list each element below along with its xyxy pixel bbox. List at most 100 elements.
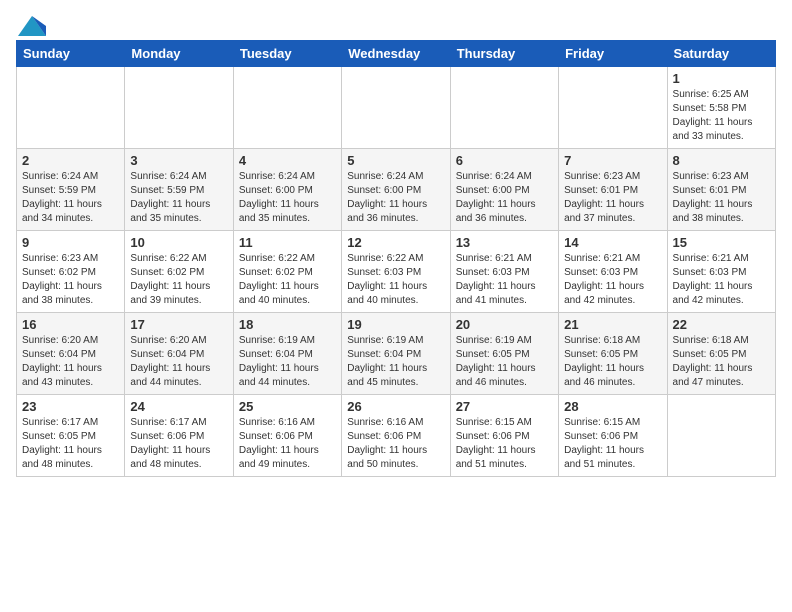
day-info: Sunrise: 6:23 AM Sunset: 6:01 PM Dayligh… — [673, 170, 770, 226]
calendar-week-row: 2 Sunrise: 6:24 AM Sunset: 5:59 PM Daylig… — [17, 149, 776, 231]
day-info: Sunrise: 6:21 AM Sunset: 6:03 PM Dayligh… — [456, 252, 553, 308]
calendar-cell: 24 Sunrise: 6:17 AM Sunset: 6:06 PM Dayli… — [125, 395, 233, 477]
calendar-cell: 26 Sunrise: 6:16 AM Sunset: 6:06 PM Dayli… — [342, 395, 450, 477]
day-info: Sunrise: 6:21 AM Sunset: 6:03 PM Dayligh… — [564, 252, 661, 308]
day-number: 4 — [239, 153, 336, 168]
calendar-header-row: SundayMondayTuesdayWednesdayThursdayFrid… — [17, 41, 776, 67]
calendar-cell: 16Sunrise: 6:20 AM Sunset: 6:04 PM Dayli… — [17, 313, 125, 395]
calendar-cell: 19Sunrise: 6:19 AM Sunset: 6:04 PM Dayli… — [342, 313, 450, 395]
day-number: 21 — [564, 317, 661, 332]
calendar-cell: 3 Sunrise: 6:24 AM Sunset: 5:59 PM Daylig… — [125, 149, 233, 231]
calendar-cell: 23 Sunrise: 6:17 AM Sunset: 6:05 PM Dayli… — [17, 395, 125, 477]
calendar-cell: 12 Sunrise: 6:22 AM Sunset: 6:03 PM Dayli… — [342, 231, 450, 313]
day-number: 12 — [347, 235, 444, 250]
day-info: Sunrise: 6:24 AM Sunset: 6:00 PM Dayligh… — [239, 170, 336, 226]
day-number: 26 — [347, 399, 444, 414]
day-info: Sunrise: 6:18 AM Sunset: 6:05 PM Dayligh… — [564, 334, 661, 390]
calendar-day-header: Saturday — [667, 41, 775, 67]
calendar-cell: 6 Sunrise: 6:24 AM Sunset: 6:00 PM Daylig… — [450, 149, 558, 231]
calendar-cell: 7 Sunrise: 6:23 AM Sunset: 6:01 PM Daylig… — [559, 149, 667, 231]
calendar-cell: 11 Sunrise: 6:22 AM Sunset: 6:02 PM Dayli… — [233, 231, 341, 313]
calendar-cell: 8 Sunrise: 6:23 AM Sunset: 6:01 PM Daylig… — [667, 149, 775, 231]
day-info: Sunrise: 6:23 AM Sunset: 6:01 PM Dayligh… — [564, 170, 661, 226]
calendar-day-header: Monday — [125, 41, 233, 67]
calendar-cell: 5Sunrise: 6:24 AM Sunset: 6:00 PM Daylig… — [342, 149, 450, 231]
day-info: Sunrise: 6:22 AM Sunset: 6:02 PM Dayligh… — [130, 252, 227, 308]
day-info: Sunrise: 6:19 AM Sunset: 6:04 PM Dayligh… — [347, 334, 444, 390]
day-number: 23 — [22, 399, 119, 414]
day-number: 1 — [673, 71, 770, 86]
calendar-week-row: 9 Sunrise: 6:23 AM Sunset: 6:02 PM Daylig… — [17, 231, 776, 313]
calendar-cell: 20 Sunrise: 6:19 AM Sunset: 6:05 PM Dayli… — [450, 313, 558, 395]
day-number: 2 — [22, 153, 119, 168]
day-info: Sunrise: 6:17 AM Sunset: 6:05 PM Dayligh… — [22, 416, 119, 472]
day-info: Sunrise: 6:19 AM Sunset: 6:04 PM Dayligh… — [239, 334, 336, 390]
calendar-day-header: Friday — [559, 41, 667, 67]
logo — [16, 16, 46, 32]
day-number: 27 — [456, 399, 553, 414]
calendar-cell: 10 Sunrise: 6:22 AM Sunset: 6:02 PM Dayli… — [125, 231, 233, 313]
calendar-day-header: Tuesday — [233, 41, 341, 67]
day-info: Sunrise: 6:24 AM Sunset: 6:00 PM Dayligh… — [456, 170, 553, 226]
day-number: 16 — [22, 317, 119, 332]
day-number: 5 — [347, 153, 444, 168]
day-info: Sunrise: 6:19 AM Sunset: 6:05 PM Dayligh… — [456, 334, 553, 390]
day-number: 13 — [456, 235, 553, 250]
day-info: Sunrise: 6:22 AM Sunset: 6:03 PM Dayligh… — [347, 252, 444, 308]
calendar-cell: 2 Sunrise: 6:24 AM Sunset: 5:59 PM Daylig… — [17, 149, 125, 231]
day-number: 25 — [239, 399, 336, 414]
calendar-day-header: Sunday — [17, 41, 125, 67]
calendar-cell — [559, 67, 667, 149]
day-info: Sunrise: 6:16 AM Sunset: 6:06 PM Dayligh… — [239, 416, 336, 472]
calendar-cell: 22 Sunrise: 6:18 AM Sunset: 6:05 PM Dayli… — [667, 313, 775, 395]
day-info: Sunrise: 6:23 AM Sunset: 6:02 PM Dayligh… — [22, 252, 119, 308]
day-info: Sunrise: 6:22 AM Sunset: 6:02 PM Dayligh… — [239, 252, 336, 308]
day-number: 3 — [130, 153, 227, 168]
day-info: Sunrise: 6:18 AM Sunset: 6:05 PM Dayligh… — [673, 334, 770, 390]
calendar-cell: 4 Sunrise: 6:24 AM Sunset: 6:00 PM Daylig… — [233, 149, 341, 231]
day-number: 18 — [239, 317, 336, 332]
day-number: 28 — [564, 399, 661, 414]
day-info: Sunrise: 6:21 AM Sunset: 6:03 PM Dayligh… — [673, 252, 770, 308]
day-number: 9 — [22, 235, 119, 250]
calendar-cell: 14 Sunrise: 6:21 AM Sunset: 6:03 PM Dayli… — [559, 231, 667, 313]
day-info: Sunrise: 6:17 AM Sunset: 6:06 PM Dayligh… — [130, 416, 227, 472]
day-number: 24 — [130, 399, 227, 414]
calendar-cell: 13 Sunrise: 6:21 AM Sunset: 6:03 PM Dayli… — [450, 231, 558, 313]
day-number: 6 — [456, 153, 553, 168]
day-number: 14 — [564, 235, 661, 250]
calendar-day-header: Wednesday — [342, 41, 450, 67]
calendar-day-header: Thursday — [450, 41, 558, 67]
day-info: Sunrise: 6:25 AM Sunset: 5:58 PM Dayligh… — [673, 88, 770, 144]
calendar-cell: 27Sunrise: 6:15 AM Sunset: 6:06 PM Dayli… — [450, 395, 558, 477]
calendar-cell: 18 Sunrise: 6:19 AM Sunset: 6:04 PM Dayli… — [233, 313, 341, 395]
day-info: Sunrise: 6:24 AM Sunset: 5:59 PM Dayligh… — [22, 170, 119, 226]
day-number: 15 — [673, 235, 770, 250]
calendar-cell — [125, 67, 233, 149]
day-number: 7 — [564, 153, 661, 168]
day-number: 8 — [673, 153, 770, 168]
calendar-cell: 15 Sunrise: 6:21 AM Sunset: 6:03 PM Dayli… — [667, 231, 775, 313]
day-info: Sunrise: 6:16 AM Sunset: 6:06 PM Dayligh… — [347, 416, 444, 472]
calendar-cell — [17, 67, 125, 149]
calendar-cell: 25 Sunrise: 6:16 AM Sunset: 6:06 PM Dayli… — [233, 395, 341, 477]
day-number: 22 — [673, 317, 770, 332]
calendar-cell — [667, 395, 775, 477]
calendar-week-row: 1 Sunrise: 6:25 AM Sunset: 5:58 PM Daylig… — [17, 67, 776, 149]
calendar-week-row: 16 Sunrise: 6:20 AM Sunset: 6:04 PM Dayli… — [17, 313, 776, 395]
day-info: Sunrise: 6:15 AM Sunset: 6:06 PM Dayligh… — [564, 416, 661, 472]
calendar-cell: 17 Sunrise: 6:20 AM Sunset: 6:04 PM Dayli… — [125, 313, 233, 395]
calendar-table: SundayMondayTuesdayWednesdayThursdayFrid… — [16, 40, 776, 477]
day-info: Sunrise: 6:20 AM Sunset: 6:04 PM Dayligh… — [130, 334, 227, 390]
day-number: 20 — [456, 317, 553, 332]
day-info: Sunrise: 6:24 AM Sunset: 5:59 PM Dayligh… — [130, 170, 227, 226]
day-number: 10 — [130, 235, 227, 250]
day-number: 17 — [130, 317, 227, 332]
calendar-cell — [342, 67, 450, 149]
calendar-cell: 1 Sunrise: 6:25 AM Sunset: 5:58 PM Daylig… — [667, 67, 775, 149]
day-number: 11 — [239, 235, 336, 250]
calendar-cell — [450, 67, 558, 149]
calendar-cell: 21 Sunrise: 6:18 AM Sunset: 6:05 PM Dayli… — [559, 313, 667, 395]
page-header — [16, 16, 776, 32]
calendar-cell — [233, 67, 341, 149]
